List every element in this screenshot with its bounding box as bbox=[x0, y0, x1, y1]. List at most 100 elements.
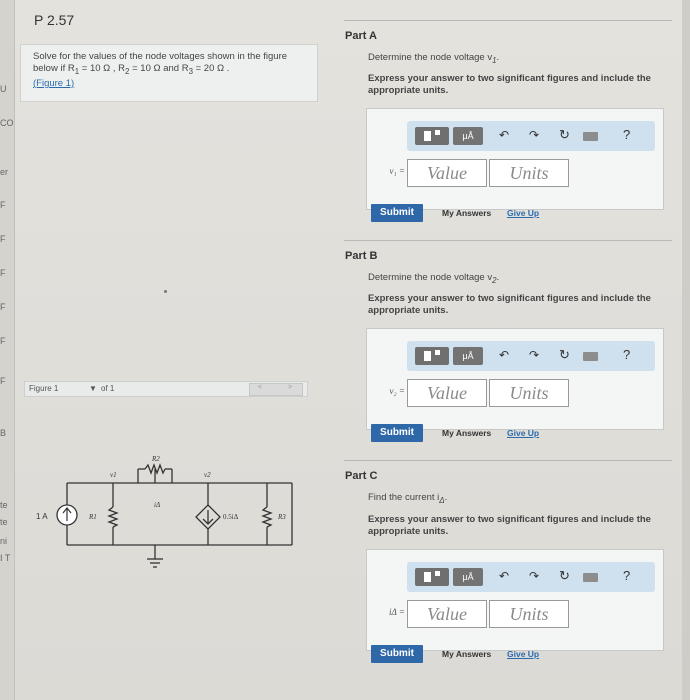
part-c-answer-box: μÅ ↶ ↷ ↻ ? iΔ = Value Units bbox=[366, 549, 664, 651]
units-input[interactable]: Units bbox=[489, 379, 569, 407]
strip-label: te bbox=[0, 517, 8, 527]
part-a-instruction: Express your answer to two significant f… bbox=[368, 73, 651, 96]
strip-label: U bbox=[0, 84, 7, 94]
part-b-desc-subscript: 2 bbox=[492, 275, 497, 285]
part-c-desc-subscript: Δ bbox=[439, 495, 445, 505]
part-c-desc-text: Find the current i bbox=[368, 492, 440, 503]
variable-label: iΔ = bbox=[389, 607, 405, 617]
part-a-answer-box: μÅ ↶ ↷ ↻ ? v₁ = Value Units bbox=[366, 108, 664, 210]
right-edge bbox=[682, 0, 690, 700]
strip-label: te bbox=[0, 500, 8, 510]
my-answers-link[interactable]: My Answers bbox=[442, 428, 491, 438]
give-up-link[interactable]: Give Up bbox=[507, 649, 539, 659]
my-answers-link[interactable]: My Answers bbox=[442, 649, 491, 659]
templates-icon[interactable] bbox=[415, 127, 449, 145]
part-c-title: Part C bbox=[345, 470, 378, 482]
strip-label: F bbox=[0, 200, 6, 210]
submit-button[interactable]: Submit bbox=[371, 204, 423, 222]
top-divider bbox=[344, 20, 672, 21]
figure-link[interactable]: (Figure 1) bbox=[33, 78, 74, 89]
templates-icon[interactable] bbox=[415, 568, 449, 586]
figure-count: of 1 bbox=[101, 384, 115, 393]
reset-icon[interactable]: ↻ bbox=[559, 127, 570, 143]
submit-button[interactable]: Submit bbox=[371, 424, 423, 442]
strip-label: B bbox=[0, 428, 7, 438]
units-icon[interactable]: μÅ bbox=[453, 127, 483, 145]
reset-icon[interactable]: ↻ bbox=[559, 568, 570, 584]
undo-icon[interactable]: ↶ bbox=[499, 569, 509, 583]
value-input[interactable]: Value bbox=[407, 379, 487, 407]
part-b-answer-box: μÅ ↶ ↷ ↻ ? v₂ = Value Units bbox=[366, 328, 664, 430]
math-toolbar: μÅ ↶ ↷ ↻ ? bbox=[407, 121, 655, 151]
problem-title: P 2.57 bbox=[34, 12, 75, 28]
units-input[interactable]: Units bbox=[489, 600, 569, 628]
node1-label: v1 bbox=[110, 471, 117, 479]
strip-label: ni bbox=[0, 536, 8, 546]
undo-icon[interactable]: ↶ bbox=[499, 128, 509, 142]
keyboard-icon[interactable] bbox=[583, 352, 598, 361]
part-c-description: Find the current iΔ. bbox=[368, 492, 448, 505]
keyboard-icon[interactable] bbox=[583, 573, 598, 582]
keyboard-icon[interactable] bbox=[583, 132, 598, 141]
strip-label: F bbox=[0, 376, 6, 386]
r1-value: = 10 Ω , R bbox=[79, 63, 126, 74]
figure-label: Figure 1 bbox=[29, 384, 59, 393]
part-a-desc-text: Determine the node voltage v bbox=[368, 52, 493, 63]
variable-label: v₁ = bbox=[389, 166, 405, 176]
figure-pager: < > bbox=[249, 383, 303, 396]
cursor-dot bbox=[164, 290, 167, 293]
value-input[interactable]: Value bbox=[407, 600, 487, 628]
math-toolbar: μÅ ↶ ↷ ↻ ? bbox=[407, 341, 655, 371]
help-icon[interactable]: ? bbox=[623, 127, 630, 142]
dependent-source-label: 0.5iΔ bbox=[223, 513, 239, 521]
part-c-instruction: Express your answer to two significant f… bbox=[368, 514, 651, 537]
part-b-description: Determine the node voltage v2. bbox=[368, 272, 500, 285]
section-divider bbox=[344, 460, 672, 461]
strip-label: F bbox=[0, 336, 6, 346]
section-divider bbox=[344, 240, 672, 241]
r2-value: = 10 Ω and R bbox=[129, 63, 189, 74]
part-a-desc-subscript: 1 bbox=[492, 55, 497, 65]
strip-label: I T bbox=[0, 553, 11, 563]
part-b-desc-text: Determine the node voltage v bbox=[368, 272, 493, 283]
units-icon[interactable]: μÅ bbox=[453, 568, 483, 586]
value-input[interactable]: Value bbox=[407, 159, 487, 187]
current-label: iΔ bbox=[154, 501, 160, 509]
help-icon[interactable]: ? bbox=[623, 347, 630, 362]
figure-navigation-bar: Figure 1 ▼ of 1 < > bbox=[24, 381, 308, 397]
next-figure-button[interactable]: > bbox=[288, 384, 292, 391]
left-sidebar-strip: U CO er F F F F F F B te te ni I T bbox=[0, 0, 15, 700]
r3-label: R3 bbox=[277, 513, 286, 521]
help-icon[interactable]: ? bbox=[623, 568, 630, 583]
r1-label: R1 bbox=[88, 513, 97, 521]
give-up-link[interactable]: Give Up bbox=[507, 428, 539, 438]
math-toolbar: μÅ ↶ ↷ ↻ ? bbox=[407, 562, 655, 592]
r3-value: = 20 Ω . bbox=[192, 63, 230, 74]
strip-label: F bbox=[0, 302, 6, 312]
units-input[interactable]: Units bbox=[489, 159, 569, 187]
circuit-diagram: 1 A R1 R2 R3 v1 v2 iΔ 0.5iΔ bbox=[36, 455, 293, 568]
part-a-title: Part A bbox=[345, 30, 377, 42]
redo-icon[interactable]: ↷ bbox=[529, 128, 539, 142]
undo-icon[interactable]: ↶ bbox=[499, 348, 509, 362]
part-b-instruction: Express your answer to two significant f… bbox=[368, 293, 651, 316]
problem-statement: Solve for the values of the node voltage… bbox=[33, 51, 303, 90]
submit-button[interactable]: Submit bbox=[371, 645, 423, 663]
reset-icon[interactable]: ↻ bbox=[559, 347, 570, 363]
variable-label: v₂ = bbox=[389, 386, 405, 396]
units-icon[interactable]: μÅ bbox=[453, 347, 483, 365]
r2-label: R2 bbox=[151, 455, 160, 463]
figure-dropdown-icon[interactable]: ▼ bbox=[89, 384, 97, 393]
templates-icon[interactable] bbox=[415, 347, 449, 365]
part-a-description: Determine the node voltage v1. bbox=[368, 52, 500, 65]
give-up-link[interactable]: Give Up bbox=[507, 208, 539, 218]
strip-label: F bbox=[0, 268, 6, 278]
redo-icon[interactable]: ↷ bbox=[529, 348, 539, 362]
prev-figure-button[interactable]: < bbox=[258, 384, 262, 391]
strip-label: F bbox=[0, 234, 6, 244]
part-b-title: Part B bbox=[345, 250, 378, 262]
my-answers-link[interactable]: My Answers bbox=[442, 208, 491, 218]
strip-label: CO bbox=[0, 118, 14, 128]
strip-label: er bbox=[0, 167, 9, 177]
redo-icon[interactable]: ↷ bbox=[529, 569, 539, 583]
